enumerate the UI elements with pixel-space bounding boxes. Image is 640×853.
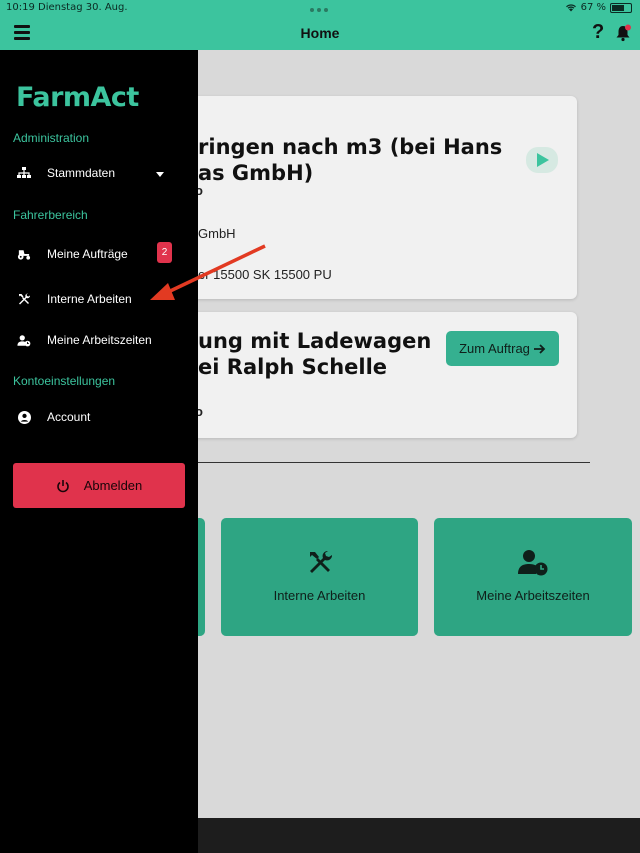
section-kontoeinstellungen: Kontoeinstellungen: [13, 374, 116, 388]
app-logo: FarmAct: [16, 82, 139, 113]
battery-icon: [610, 2, 632, 13]
chevron-down-icon[interactable]: [156, 172, 164, 177]
count-badge: 2: [157, 242, 172, 263]
tile-meine-arbeitszeiten-label: Meine Arbeitszeiten: [476, 588, 590, 603]
section-administration: Administration: [13, 131, 90, 145]
sidebar-item-label: Meine Arbeitszeiten: [47, 333, 152, 347]
status-time: 10:19: [6, 2, 35, 13]
section-fahrerbereich: Fahrerbereich: [13, 208, 88, 222]
sidebar-item-stammdaten[interactable]: Stammdaten: [0, 158, 198, 188]
tractor-icon: [17, 247, 31, 261]
play-button[interactable]: [526, 147, 558, 173]
user-clock-icon: [17, 333, 31, 347]
help-icon[interactable]: ?: [592, 21, 604, 44]
status-date: Dienstag 30. Aug.: [38, 2, 128, 13]
logout-label: Abmelden: [83, 478, 143, 493]
sitemap-icon: [17, 166, 31, 180]
job-card-1-title-line1: bringen nach m3 (bei Hans: [183, 135, 503, 159]
tools-icon: [17, 292, 31, 306]
tile-interne-arbeiten-label: Interne Arbeiten: [273, 588, 366, 603]
zum-auftrag-button[interactable]: Zum Auftrag: [446, 331, 559, 366]
logout-button[interactable]: Abmelden: [13, 463, 185, 508]
sidebar-item-account[interactable]: Account: [0, 402, 198, 432]
battery-percent: 67 %: [580, 2, 606, 13]
zum-auftrag-label: Zum Auftrag: [459, 341, 530, 356]
bell-icon[interactable]: [614, 24, 632, 42]
top-bar: 10:19 Dienstag 30. Aug. 67 % Home ?: [0, 0, 640, 50]
tools-icon: [309, 550, 332, 573]
sidebar-item-label: Stammdaten: [47, 166, 116, 180]
job-card-2-title-line2: bei Ralph Schelle: [183, 355, 388, 379]
status-right: 67 %: [565, 2, 632, 13]
sidebar-item-meine-auftraege[interactable]: Meine Aufträge 2: [0, 239, 198, 269]
arrow-right-icon: [533, 343, 546, 354]
sidebar-item-interne-arbeiten[interactable]: Interne Arbeiten: [0, 284, 198, 314]
tile-interne-arbeiten[interactable]: Interne Arbeiten: [221, 518, 418, 636]
divider: [130, 462, 590, 463]
user-circle-icon: [17, 410, 31, 424]
sidebar-item-label: Account: [47, 410, 91, 424]
sidebar-item-label: Interne Arbeiten: [47, 292, 132, 306]
sidebar-item-meine-arbeitszeiten[interactable]: Meine Arbeitszeiten: [0, 325, 198, 355]
wifi-icon: [565, 4, 576, 12]
multitask-dots[interactable]: [310, 8, 328, 12]
job-card-2-title-line1: gung mit Ladewagen: [183, 329, 432, 353]
page-title: Home: [300, 25, 340, 41]
user-clock-icon: [518, 550, 548, 576]
sidebar-drawer: FarmAct Administration Stammdaten Fahrer…: [0, 50, 198, 853]
power-icon: [56, 479, 69, 492]
tile-meine-arbeitszeiten[interactable]: Meine Arbeitszeiten: [434, 518, 632, 636]
sidebar-item-label: Meine Aufträge: [47, 247, 128, 261]
job-card-1-machine: er 15500 SK 15500 PU: [198, 267, 332, 282]
job-card-1-company: GmbH: [198, 226, 236, 241]
